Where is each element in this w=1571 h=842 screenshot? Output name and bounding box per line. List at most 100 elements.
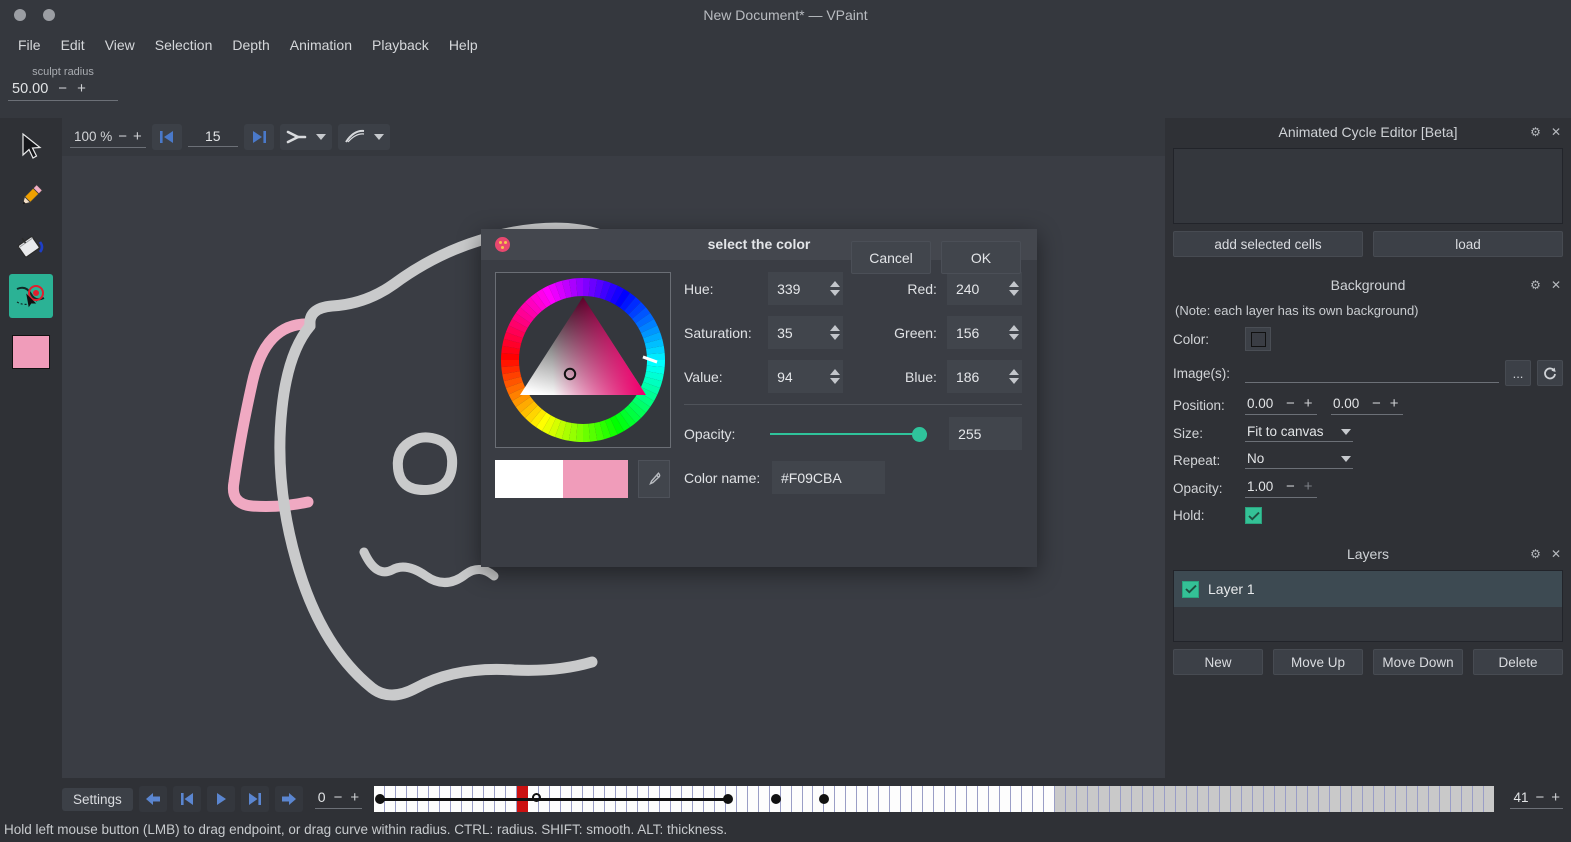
timeline-cell[interactable]	[791, 786, 803, 812]
blue-decrement-arrow[interactable]	[1009, 378, 1019, 384]
sculpt-tool[interactable]	[9, 274, 53, 318]
jump-to-start-button[interactable]	[172, 786, 201, 812]
red-decrement-arrow[interactable]	[1009, 290, 1019, 296]
pencil-tool[interactable]	[9, 174, 53, 218]
saturation-spinbox[interactable]: 35	[768, 316, 844, 349]
opacity-slider[interactable]	[769, 424, 928, 444]
timeline-cell[interactable]	[956, 786, 968, 812]
timeline-cell[interactable]	[1428, 786, 1440, 812]
opacity-value-box[interactable]: 255	[949, 417, 1022, 450]
green-value[interactable]: 156	[956, 325, 979, 341]
timeline-cell[interactable]	[1285, 786, 1297, 812]
timeline-cell[interactable]	[1186, 786, 1198, 812]
green-decrement-arrow[interactable]	[1009, 334, 1019, 340]
green-spinbox[interactable]: 156	[946, 316, 1022, 349]
blue-value[interactable]: 186	[956, 369, 979, 385]
hue-decrement-arrow[interactable]	[830, 290, 841, 296]
timeline-cell[interactable]	[1230, 786, 1242, 812]
end-frame-increment[interactable]: +	[1551, 789, 1560, 806]
delete-layer-button[interactable]: Delete	[1473, 649, 1563, 675]
timeline-cell[interactable]	[1252, 786, 1264, 812]
menu-edit[interactable]: Edit	[51, 34, 95, 56]
color-wheel[interactable]	[495, 272, 671, 448]
color-swatch-icon[interactable]	[12, 335, 50, 369]
blue-increment-arrow[interactable]	[1009, 369, 1019, 375]
timeline-cell[interactable]	[989, 786, 1001, 812]
timeline-cell[interactable]	[1373, 786, 1385, 812]
load-cycle-button[interactable]: load	[1373, 231, 1563, 257]
red-value[interactable]: 240	[956, 281, 979, 297]
paint-bucket-tool[interactable]	[9, 224, 53, 268]
timeline-cell[interactable]	[802, 786, 814, 812]
hue-increment-arrow[interactable]	[830, 281, 841, 287]
play-button[interactable]	[206, 786, 235, 812]
menu-view[interactable]: View	[95, 34, 145, 56]
position-y-increment[interactable]: +	[1390, 395, 1399, 412]
background-size-select[interactable]: Fit to canvas	[1245, 424, 1353, 442]
cancel-button[interactable]: Cancel	[851, 241, 931, 274]
timeline-cell[interactable]	[1197, 786, 1209, 812]
red-spinbox[interactable]: 240	[946, 272, 1022, 305]
timeline-cell[interactable]	[1055, 786, 1067, 812]
timeline-cell[interactable]	[835, 786, 847, 812]
timeline-cell[interactable]	[1088, 786, 1100, 812]
timeline-cell[interactable]	[1362, 786, 1374, 812]
new-color-swatch[interactable]	[563, 460, 628, 498]
jump-to-end-button[interactable]	[240, 786, 269, 812]
new-layer-button[interactable]: New	[1173, 649, 1263, 675]
step-forward-button[interactable]	[274, 786, 303, 812]
timeline-cell[interactable]	[1044, 786, 1056, 812]
value-decrement-arrow[interactable]	[830, 378, 841, 384]
timeline-cell[interactable]	[780, 786, 792, 812]
timeline-cell[interactable]	[1219, 786, 1231, 812]
timeline-cell[interactable]	[1406, 786, 1418, 812]
timeline-cell[interactable]	[1307, 786, 1319, 812]
timeline-cell[interactable]	[978, 786, 990, 812]
timeline-cell[interactable]	[868, 786, 880, 812]
timeline-cell[interactable]	[736, 786, 748, 812]
value-value[interactable]: 94	[777, 369, 793, 385]
menu-help[interactable]: Help	[439, 34, 488, 56]
timeline-cell[interactable]	[1274, 786, 1286, 812]
layers-list[interactable]: Layer 1	[1173, 570, 1563, 642]
timeline-cell[interactable]	[1329, 786, 1341, 812]
current-frame-decrement[interactable]: −	[334, 789, 343, 806]
position-x-decrement[interactable]: −	[1286, 395, 1295, 412]
saturation-increment-arrow[interactable]	[830, 325, 841, 331]
saturation-decrement-arrow[interactable]	[830, 334, 841, 340]
timeline-cell[interactable]	[1450, 786, 1462, 812]
timeline-cell[interactable]	[1011, 786, 1023, 812]
gear-icon[interactable]: ⚙	[1530, 126, 1541, 138]
background-repeat-select[interactable]: No	[1245, 451, 1353, 469]
edge-mode-dropdown[interactable]	[279, 124, 332, 150]
timeline-cell[interactable]	[1066, 786, 1078, 812]
settings-button[interactable]: Settings	[62, 787, 133, 811]
background-opacity-value[interactable]: 1.00	[1247, 479, 1277, 494]
move-layer-up-button[interactable]: Move Up	[1273, 649, 1363, 675]
value-spinbox[interactable]: 94	[768, 360, 844, 393]
timeline-cell[interactable]	[758, 786, 770, 812]
timeline-cell[interactable]	[1099, 786, 1111, 812]
stroke-style-dropdown[interactable]	[337, 124, 390, 150]
timeline-cell[interactable]	[1351, 786, 1363, 812]
gear-icon[interactable]: ⚙	[1530, 548, 1541, 560]
timeline-cell[interactable]	[1132, 786, 1144, 812]
menu-animation[interactable]: Animation	[280, 34, 362, 56]
layer-row[interactable]: Layer 1	[1174, 571, 1562, 607]
timeline-cell[interactable]	[1077, 786, 1089, 812]
sculpt-radius-decrement[interactable]: −	[58, 80, 67, 97]
refresh-images-button[interactable]	[1537, 360, 1563, 386]
timeline-cell[interactable]	[1154, 786, 1165, 812]
background-hold-checkbox[interactable]	[1245, 507, 1262, 524]
onion-skin-value[interactable]: 15	[187, 128, 238, 147]
timeline-cell[interactable]	[747, 786, 759, 812]
timeline-cell[interactable]	[901, 786, 913, 812]
zoom-increment[interactable]: +	[133, 128, 142, 145]
position-x-increment[interactable]: +	[1304, 395, 1313, 412]
select-tool[interactable]	[9, 124, 53, 168]
timeline-cell[interactable]	[967, 786, 979, 812]
gear-icon[interactable]: ⚙	[1530, 279, 1541, 291]
menu-file[interactable]: File	[8, 34, 51, 56]
hue-value[interactable]: 339	[777, 281, 800, 297]
timeline-cell[interactable]	[1296, 786, 1308, 812]
